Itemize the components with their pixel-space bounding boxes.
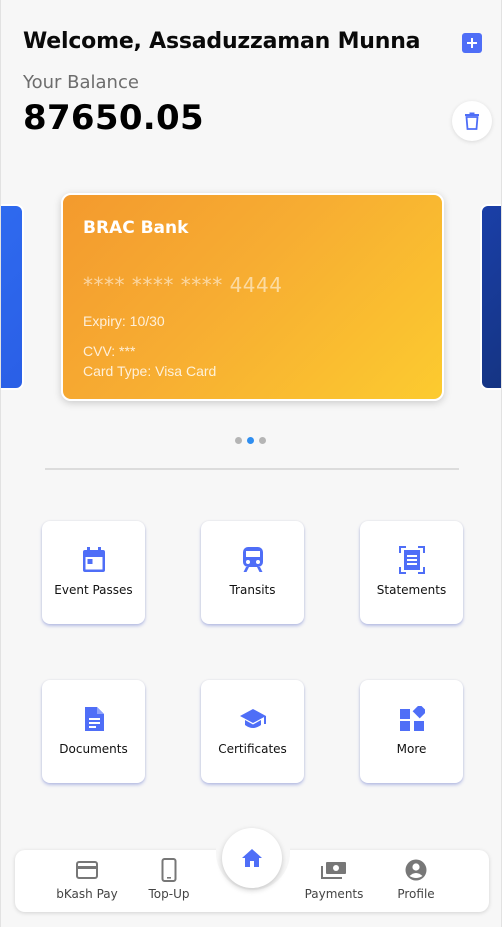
service-certificates[interactable]: Certificates [201, 680, 304, 783]
app-screen: Welcome, Assaduzzaman Munna Your Balance… [0, 0, 502, 927]
service-statements[interactable]: Statements [360, 521, 463, 624]
card-number: **** **** **** 4444 [83, 273, 283, 297]
receipt-icon [398, 546, 425, 574]
carousel-dot[interactable] [235, 437, 242, 444]
service-documents[interactable]: Documents [42, 680, 145, 783]
widgets-icon [399, 706, 425, 731]
service-label: Transits [229, 583, 276, 597]
balance-label: Your Balance [23, 72, 139, 93]
service-event-passes[interactable]: Event Passes [42, 521, 145, 624]
carousel-dot-active[interactable] [247, 437, 254, 444]
nav-payments[interactable]: Payments [294, 858, 374, 901]
card-cvv: CVV: *** [83, 343, 136, 359]
bank-card[interactable]: BRAC Bank **** **** **** 4444 Expiry: 10… [61, 193, 444, 401]
account-circle-icon [405, 859, 427, 881]
home-button[interactable] [222, 828, 282, 888]
service-more[interactable]: More [360, 680, 463, 783]
card-previous[interactable] [1, 204, 24, 390]
credit-card-icon [76, 861, 98, 879]
section-divider [45, 468, 459, 470]
carousel-dot[interactable] [259, 437, 266, 444]
smartphone-icon [161, 858, 177, 882]
service-transits[interactable]: Transits [201, 521, 304, 624]
nav-profile[interactable]: Profile [376, 858, 456, 901]
balance-amount: 87650.05 [23, 98, 204, 138]
service-label: Certificates [218, 742, 287, 756]
calendar-icon [82, 547, 105, 572]
payments-icon [321, 862, 346, 879]
trash-icon [465, 112, 479, 130]
nav-label: bKash Pay [56, 887, 118, 901]
document-icon [84, 707, 104, 731]
service-label: Statements [376, 583, 447, 597]
service-label: More [396, 742, 427, 756]
nav-label: Payments [304, 887, 364, 901]
nav-label: Top-Up [148, 887, 190, 901]
plus-icon [467, 38, 477, 48]
welcome-title: Welcome, Assaduzzaman Munna [23, 29, 421, 54]
card-bank-name: BRAC Bank [83, 218, 189, 238]
add-card-button[interactable] [462, 33, 482, 53]
nav-bkash-pay[interactable]: bKash Pay [47, 858, 127, 901]
train-icon [242, 547, 263, 572]
service-label: Event Passes [54, 583, 133, 597]
delete-card-button[interactable] [452, 101, 492, 141]
graduation-cap-icon [239, 709, 266, 728]
service-label: Documents [59, 742, 128, 756]
card-expiry: Expiry: 10/30 [83, 313, 165, 329]
card-type: Card Type: Visa Card [83, 363, 217, 379]
carousel-indicator [235, 437, 266, 444]
home-icon [242, 849, 262, 867]
nav-label: Profile [397, 887, 435, 901]
nav-top-up[interactable]: Top-Up [129, 858, 209, 901]
card-next[interactable] [480, 204, 501, 390]
